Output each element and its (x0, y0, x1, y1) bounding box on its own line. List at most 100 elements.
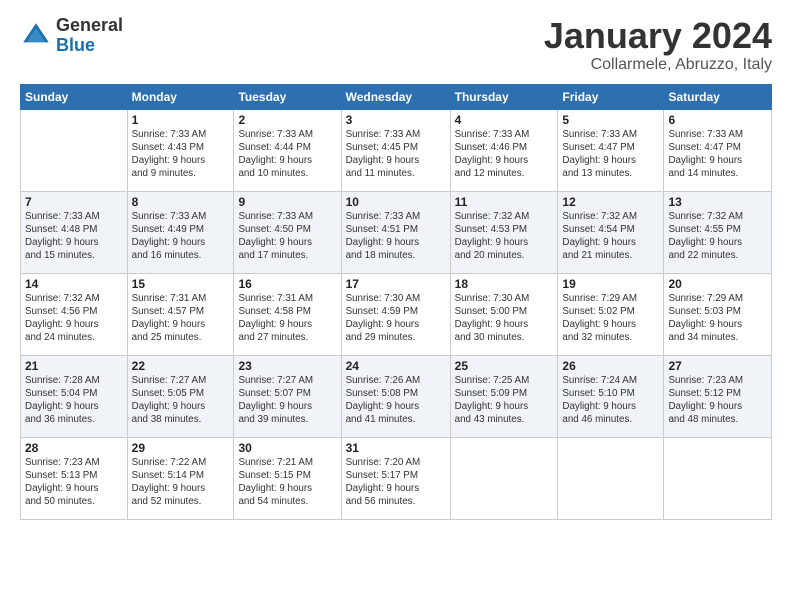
day-info: Sunrise: 7:22 AM Sunset: 5:14 PM Dayligh… (132, 456, 230, 509)
day-number: 6 (668, 113, 767, 127)
day-info: Sunrise: 7:32 AM Sunset: 4:56 PM Dayligh… (25, 292, 123, 345)
day-number: 31 (346, 441, 446, 455)
day-number: 16 (238, 277, 336, 291)
calendar-week-row: 28Sunrise: 7:23 AM Sunset: 5:13 PM Dayli… (21, 437, 772, 519)
table-row: 8Sunrise: 7:33 AM Sunset: 4:49 PM Daylig… (127, 191, 234, 273)
table-row: 10Sunrise: 7:33 AM Sunset: 4:51 PM Dayli… (341, 191, 450, 273)
day-number: 30 (238, 441, 336, 455)
calendar-header-row: Sunday Monday Tuesday Wednesday Thursday… (21, 84, 772, 109)
table-row: 3Sunrise: 7:33 AM Sunset: 4:45 PM Daylig… (341, 109, 450, 191)
day-number: 10 (346, 195, 446, 209)
day-info: Sunrise: 7:23 AM Sunset: 5:13 PM Dayligh… (25, 456, 123, 509)
logo-general-label: General (56, 16, 123, 36)
table-row: 31Sunrise: 7:20 AM Sunset: 5:17 PM Dayli… (341, 437, 450, 519)
day-number: 28 (25, 441, 123, 455)
title-block: January 2024 Collarmele, Abruzzo, Italy (544, 16, 772, 74)
day-number: 9 (238, 195, 336, 209)
table-row: 29Sunrise: 7:22 AM Sunset: 5:14 PM Dayli… (127, 437, 234, 519)
calendar-week-row: 14Sunrise: 7:32 AM Sunset: 4:56 PM Dayli… (21, 273, 772, 355)
header: General Blue January 2024 Collarmele, Ab… (20, 16, 772, 74)
day-info: Sunrise: 7:26 AM Sunset: 5:08 PM Dayligh… (346, 374, 446, 427)
day-info: Sunrise: 7:29 AM Sunset: 5:03 PM Dayligh… (668, 292, 767, 345)
logo: General Blue (20, 16, 123, 56)
calendar-week-row: 7Sunrise: 7:33 AM Sunset: 4:48 PM Daylig… (21, 191, 772, 273)
day-number: 27 (668, 359, 767, 373)
table-row: 27Sunrise: 7:23 AM Sunset: 5:12 PM Dayli… (664, 355, 772, 437)
table-row: 13Sunrise: 7:32 AM Sunset: 4:55 PM Dayli… (664, 191, 772, 273)
day-info: Sunrise: 7:27 AM Sunset: 5:05 PM Dayligh… (132, 374, 230, 427)
table-row: 1Sunrise: 7:33 AM Sunset: 4:43 PM Daylig… (127, 109, 234, 191)
day-number: 17 (346, 277, 446, 291)
header-saturday: Saturday (664, 84, 772, 109)
day-info: Sunrise: 7:33 AM Sunset: 4:46 PM Dayligh… (455, 128, 554, 181)
location-subtitle: Collarmele, Abruzzo, Italy (544, 56, 772, 74)
day-number: 13 (668, 195, 767, 209)
day-number: 15 (132, 277, 230, 291)
day-number: 22 (132, 359, 230, 373)
table-row: 28Sunrise: 7:23 AM Sunset: 5:13 PM Dayli… (21, 437, 128, 519)
calendar-week-row: 1Sunrise: 7:33 AM Sunset: 4:43 PM Daylig… (21, 109, 772, 191)
table-row: 7Sunrise: 7:33 AM Sunset: 4:48 PM Daylig… (21, 191, 128, 273)
table-row: 6Sunrise: 7:33 AM Sunset: 4:47 PM Daylig… (664, 109, 772, 191)
table-row: 26Sunrise: 7:24 AM Sunset: 5:10 PM Dayli… (558, 355, 664, 437)
header-monday: Monday (127, 84, 234, 109)
day-info: Sunrise: 7:27 AM Sunset: 5:07 PM Dayligh… (238, 374, 336, 427)
day-info: Sunrise: 7:30 AM Sunset: 5:00 PM Dayligh… (455, 292, 554, 345)
header-sunday: Sunday (21, 84, 128, 109)
day-number: 26 (562, 359, 659, 373)
table-row: 15Sunrise: 7:31 AM Sunset: 4:57 PM Dayli… (127, 273, 234, 355)
table-row: 2Sunrise: 7:33 AM Sunset: 4:44 PM Daylig… (234, 109, 341, 191)
day-info: Sunrise: 7:32 AM Sunset: 4:55 PM Dayligh… (668, 210, 767, 263)
table-row: 5Sunrise: 7:33 AM Sunset: 4:47 PM Daylig… (558, 109, 664, 191)
day-number: 2 (238, 113, 336, 127)
day-info: Sunrise: 7:33 AM Sunset: 4:48 PM Dayligh… (25, 210, 123, 263)
table-row (558, 437, 664, 519)
day-info: Sunrise: 7:32 AM Sunset: 4:53 PM Dayligh… (455, 210, 554, 263)
day-number: 24 (346, 359, 446, 373)
day-number: 1 (132, 113, 230, 127)
day-info: Sunrise: 7:25 AM Sunset: 5:09 PM Dayligh… (455, 374, 554, 427)
day-info: Sunrise: 7:32 AM Sunset: 4:54 PM Dayligh… (562, 210, 659, 263)
day-number: 12 (562, 195, 659, 209)
logo-icon (20, 20, 52, 52)
day-number: 23 (238, 359, 336, 373)
day-info: Sunrise: 7:33 AM Sunset: 4:51 PM Dayligh… (346, 210, 446, 263)
day-info: Sunrise: 7:28 AM Sunset: 5:04 PM Dayligh… (25, 374, 123, 427)
day-number: 11 (455, 195, 554, 209)
calendar-week-row: 21Sunrise: 7:28 AM Sunset: 5:04 PM Dayli… (21, 355, 772, 437)
day-info: Sunrise: 7:23 AM Sunset: 5:12 PM Dayligh… (668, 374, 767, 427)
day-info: Sunrise: 7:33 AM Sunset: 4:50 PM Dayligh… (238, 210, 336, 263)
day-info: Sunrise: 7:33 AM Sunset: 4:49 PM Dayligh… (132, 210, 230, 263)
day-number: 21 (25, 359, 123, 373)
table-row (450, 437, 558, 519)
day-info: Sunrise: 7:33 AM Sunset: 4:45 PM Dayligh… (346, 128, 446, 181)
table-row: 18Sunrise: 7:30 AM Sunset: 5:00 PM Dayli… (450, 273, 558, 355)
day-number: 7 (25, 195, 123, 209)
calendar-table: Sunday Monday Tuesday Wednesday Thursday… (20, 84, 772, 520)
day-number: 20 (668, 277, 767, 291)
table-row: 17Sunrise: 7:30 AM Sunset: 4:59 PM Dayli… (341, 273, 450, 355)
table-row: 20Sunrise: 7:29 AM Sunset: 5:03 PM Dayli… (664, 273, 772, 355)
table-row (21, 109, 128, 191)
table-row: 11Sunrise: 7:32 AM Sunset: 4:53 PM Dayli… (450, 191, 558, 273)
table-row: 30Sunrise: 7:21 AM Sunset: 5:15 PM Dayli… (234, 437, 341, 519)
header-tuesday: Tuesday (234, 84, 341, 109)
day-number: 8 (132, 195, 230, 209)
table-row: 25Sunrise: 7:25 AM Sunset: 5:09 PM Dayli… (450, 355, 558, 437)
table-row: 16Sunrise: 7:31 AM Sunset: 4:58 PM Dayli… (234, 273, 341, 355)
table-row: 24Sunrise: 7:26 AM Sunset: 5:08 PM Dayli… (341, 355, 450, 437)
table-row: 12Sunrise: 7:32 AM Sunset: 4:54 PM Dayli… (558, 191, 664, 273)
table-row: 4Sunrise: 7:33 AM Sunset: 4:46 PM Daylig… (450, 109, 558, 191)
table-row: 9Sunrise: 7:33 AM Sunset: 4:50 PM Daylig… (234, 191, 341, 273)
day-number: 25 (455, 359, 554, 373)
table-row: 19Sunrise: 7:29 AM Sunset: 5:02 PM Dayli… (558, 273, 664, 355)
day-info: Sunrise: 7:33 AM Sunset: 4:47 PM Dayligh… (668, 128, 767, 181)
page: General Blue January 2024 Collarmele, Ab… (0, 0, 792, 612)
header-wednesday: Wednesday (341, 84, 450, 109)
day-info: Sunrise: 7:33 AM Sunset: 4:44 PM Dayligh… (238, 128, 336, 181)
day-info: Sunrise: 7:33 AM Sunset: 4:47 PM Dayligh… (562, 128, 659, 181)
table-row: 21Sunrise: 7:28 AM Sunset: 5:04 PM Dayli… (21, 355, 128, 437)
day-info: Sunrise: 7:33 AM Sunset: 4:43 PM Dayligh… (132, 128, 230, 181)
day-info: Sunrise: 7:20 AM Sunset: 5:17 PM Dayligh… (346, 456, 446, 509)
table-row: 23Sunrise: 7:27 AM Sunset: 5:07 PM Dayli… (234, 355, 341, 437)
